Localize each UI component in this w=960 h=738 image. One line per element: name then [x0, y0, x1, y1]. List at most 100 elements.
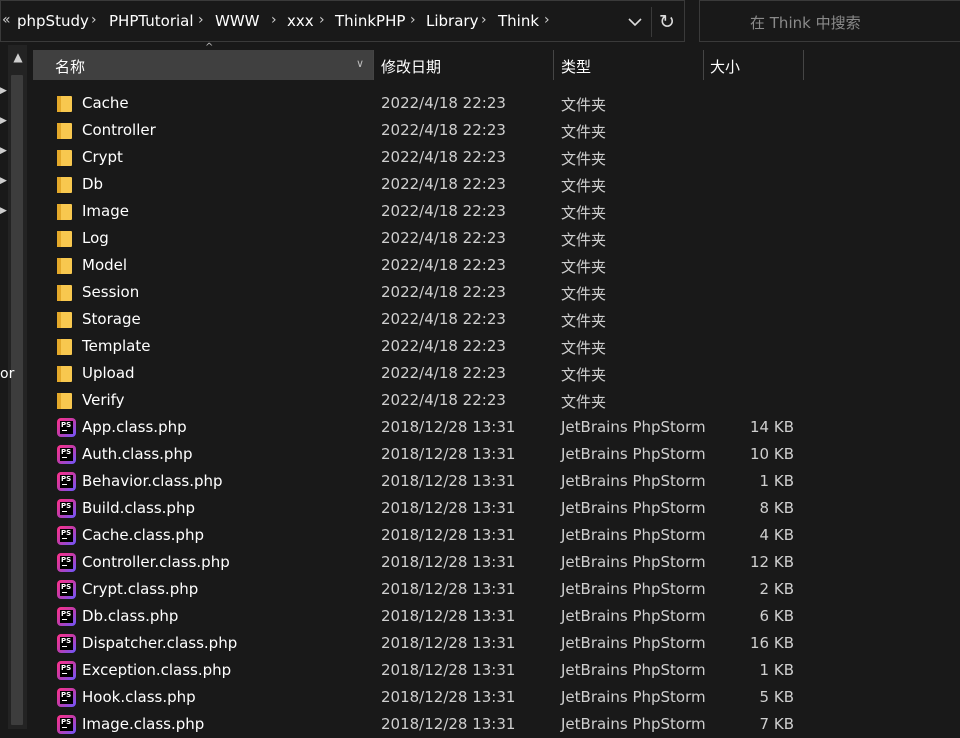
- file-row[interactable]: PS Auth.class.php 2018/12/28 13:31 JetBrain…: [33, 441, 960, 468]
- chevron-down-icon: [628, 18, 642, 27]
- file-date: 2018/12/28 13:31: [381, 499, 516, 517]
- column-header-name[interactable]: ^ 名称 ∨: [33, 42, 373, 80]
- folder-icon: [57, 310, 76, 329]
- file-type: JetBrains PhpStorm: [561, 688, 706, 706]
- file-row[interactable]: Db 2022/4/18 22:23 文件夹: [33, 171, 960, 198]
- folder-icon: [57, 148, 76, 167]
- file-type: JetBrains PhpStorm: [561, 499, 706, 517]
- column-header-type[interactable]: 类型: [561, 56, 591, 77]
- file-date: 2022/4/18 22:23: [381, 148, 506, 166]
- phpstorm-file-icon: PS: [57, 661, 76, 680]
- file-type: 文件夹: [561, 150, 607, 168]
- scroll-up-arrow-icon[interactable]: ▲: [10, 50, 26, 66]
- file-type: 文件夹: [561, 312, 607, 330]
- folder-icon: [57, 283, 76, 302]
- file-name: Verify: [82, 391, 125, 409]
- file-size: 1 KB: [759, 661, 794, 679]
- file-date: 2022/4/18 22:23: [381, 121, 506, 139]
- file-row[interactable]: PS Cache.class.php 2018/12/28 13:31 JetBrai…: [33, 522, 960, 549]
- file-row[interactable]: Storage 2022/4/18 22:23 文件夹: [33, 306, 960, 333]
- file-row[interactable]: Crypt 2022/4/18 22:23 文件夹: [33, 144, 960, 171]
- file-name: Crypt.class.php: [82, 580, 199, 598]
- file-type: JetBrains PhpStorm: [561, 526, 706, 544]
- navigation-scrollbar-thumb[interactable]: [11, 75, 23, 725]
- file-row[interactable]: Image 2022/4/18 22:23 文件夹: [33, 198, 960, 225]
- folder-icon: [57, 229, 76, 248]
- file-row[interactable]: PS Controller.class.php 2018/12/28 13:31 Je…: [33, 549, 960, 576]
- file-row[interactable]: PS Hook.class.php 2018/12/28 13:31 JetBrain…: [33, 684, 960, 711]
- column-divider[interactable]: [373, 50, 374, 80]
- file-type: 文件夹: [561, 231, 607, 249]
- expand-arrow-icon[interactable]: ▶: [0, 146, 7, 158]
- file-row[interactable]: PS Image.class.php 2018/12/28 13:31 JetBrai…: [33, 711, 960, 738]
- file-date: 2022/4/18 22:23: [381, 364, 506, 382]
- file-date: 2018/12/28 13:31: [381, 634, 516, 652]
- file-type: JetBrains PhpStorm: [561, 661, 706, 679]
- column-header-date[interactable]: 修改日期: [381, 56, 441, 77]
- file-row[interactable]: PS Build.class.php 2018/12/28 13:31 JetBrai…: [33, 495, 960, 522]
- file-row[interactable]: PS Db.class.php 2018/12/28 13:31 JetBrains …: [33, 603, 960, 630]
- column-divider[interactable]: [803, 50, 804, 80]
- file-size: 12 KB: [750, 553, 794, 571]
- column-divider[interactable]: [703, 50, 704, 80]
- file-name: Model: [82, 256, 128, 274]
- file-row[interactable]: Upload 2022/4/18 22:23 文件夹: [33, 360, 960, 387]
- expand-arrow-icon[interactable]: ▶: [0, 206, 7, 218]
- breadcrumb-item[interactable]: xxx: [287, 12, 314, 30]
- file-row[interactable]: PS Crypt.class.php 2018/12/28 13:31 JetBrai…: [33, 576, 960, 603]
- file-date: 2022/4/18 22:23: [381, 310, 506, 328]
- file-name: Db: [82, 175, 104, 193]
- search-input[interactable]: 在 Think 中搜索: [699, 0, 960, 42]
- file-row[interactable]: PS App.class.php 2018/12/28 13:31 JetBrains…: [33, 414, 960, 441]
- file-row[interactable]: PS Dispatcher.class.php 2018/12/28 13:31 Je…: [33, 630, 960, 657]
- file-name: Hook.class.php: [82, 688, 196, 706]
- file-type: 文件夹: [561, 177, 607, 195]
- file-row[interactable]: Session 2022/4/18 22:23 文件夹: [33, 279, 960, 306]
- breadcrumb-item[interactable]: phpStudy: [17, 12, 89, 30]
- sort-ascending-icon: ^: [205, 42, 214, 53]
- breadcrumb-separator-icon[interactable]: ›: [271, 12, 277, 28]
- breadcrumb-item[interactable]: ThinkPHP: [335, 12, 405, 30]
- breadcrumb-separator-icon[interactable]: ›: [319, 12, 325, 28]
- column-divider[interactable]: [553, 50, 554, 80]
- column-filter-dropdown-icon[interactable]: ∨: [356, 57, 364, 70]
- refresh-button[interactable]: ↻: [651, 7, 682, 37]
- folder-icon: [57, 175, 76, 194]
- breadcrumb-separator-icon[interactable]: ›: [410, 12, 416, 28]
- phpstorm-file-icon: PS: [57, 499, 76, 518]
- breadcrumb-item[interactable]: WWW: [215, 12, 260, 30]
- address-bar[interactable]: « phpStudy › PHPTutorial › WWW › xxx › T…: [0, 0, 685, 42]
- expand-arrow-icon[interactable]: ▶: [0, 176, 7, 188]
- file-row[interactable]: Log 2022/4/18 22:23 文件夹: [33, 225, 960, 252]
- file-row[interactable]: Template 2022/4/18 22:23 文件夹: [33, 333, 960, 360]
- breadcrumb-separator-icon[interactable]: ›: [91, 12, 97, 28]
- file-type: 文件夹: [561, 204, 607, 222]
- file-row[interactable]: PS Behavior.class.php 2018/12/28 13:31 JetB…: [33, 468, 960, 495]
- file-row[interactable]: Controller 2022/4/18 22:23 文件夹: [33, 117, 960, 144]
- file-type: JetBrains PhpStorm: [561, 634, 706, 652]
- breadcrumb-separator-icon[interactable]: ›: [544, 12, 550, 28]
- navigation-item-fragment[interactable]: or: [0, 366, 14, 382]
- file-type: JetBrains PhpStorm: [561, 418, 706, 436]
- expand-arrow-icon[interactable]: ▶: [0, 86, 7, 98]
- breadcrumb-item[interactable]: Think: [498, 12, 539, 30]
- file-row[interactable]: PS Exception.class.php 2018/12/28 13:31 Jet…: [33, 657, 960, 684]
- address-history-dropdown-button[interactable]: [621, 7, 649, 37]
- expand-arrow-icon[interactable]: ▶: [0, 116, 7, 128]
- file-date: 2018/12/28 13:31: [381, 472, 516, 490]
- breadcrumb-item[interactable]: Library: [426, 12, 478, 30]
- file-row[interactable]: Verify 2022/4/18 22:23 文件夹: [33, 387, 960, 414]
- breadcrumb-separator-icon[interactable]: ›: [481, 12, 487, 28]
- column-header-size[interactable]: 大小: [710, 56, 740, 77]
- refresh-icon: ↻: [659, 11, 675, 33]
- file-name: Db.class.php: [82, 607, 179, 625]
- file-row[interactable]: Cache 2022/4/18 22:23 文件夹: [33, 90, 960, 117]
- overflow-chevron-icon[interactable]: «: [2, 12, 11, 28]
- breadcrumb-item[interactable]: PHPTutorial: [109, 12, 194, 30]
- file-date: 2018/12/28 13:31: [381, 688, 516, 706]
- file-size: 2 KB: [759, 580, 794, 598]
- breadcrumb-separator-icon[interactable]: ›: [198, 12, 204, 28]
- file-type: 文件夹: [561, 339, 607, 357]
- file-row[interactable]: Model 2022/4/18 22:23 文件夹: [33, 252, 960, 279]
- file-name: Cache.class.php: [82, 526, 204, 544]
